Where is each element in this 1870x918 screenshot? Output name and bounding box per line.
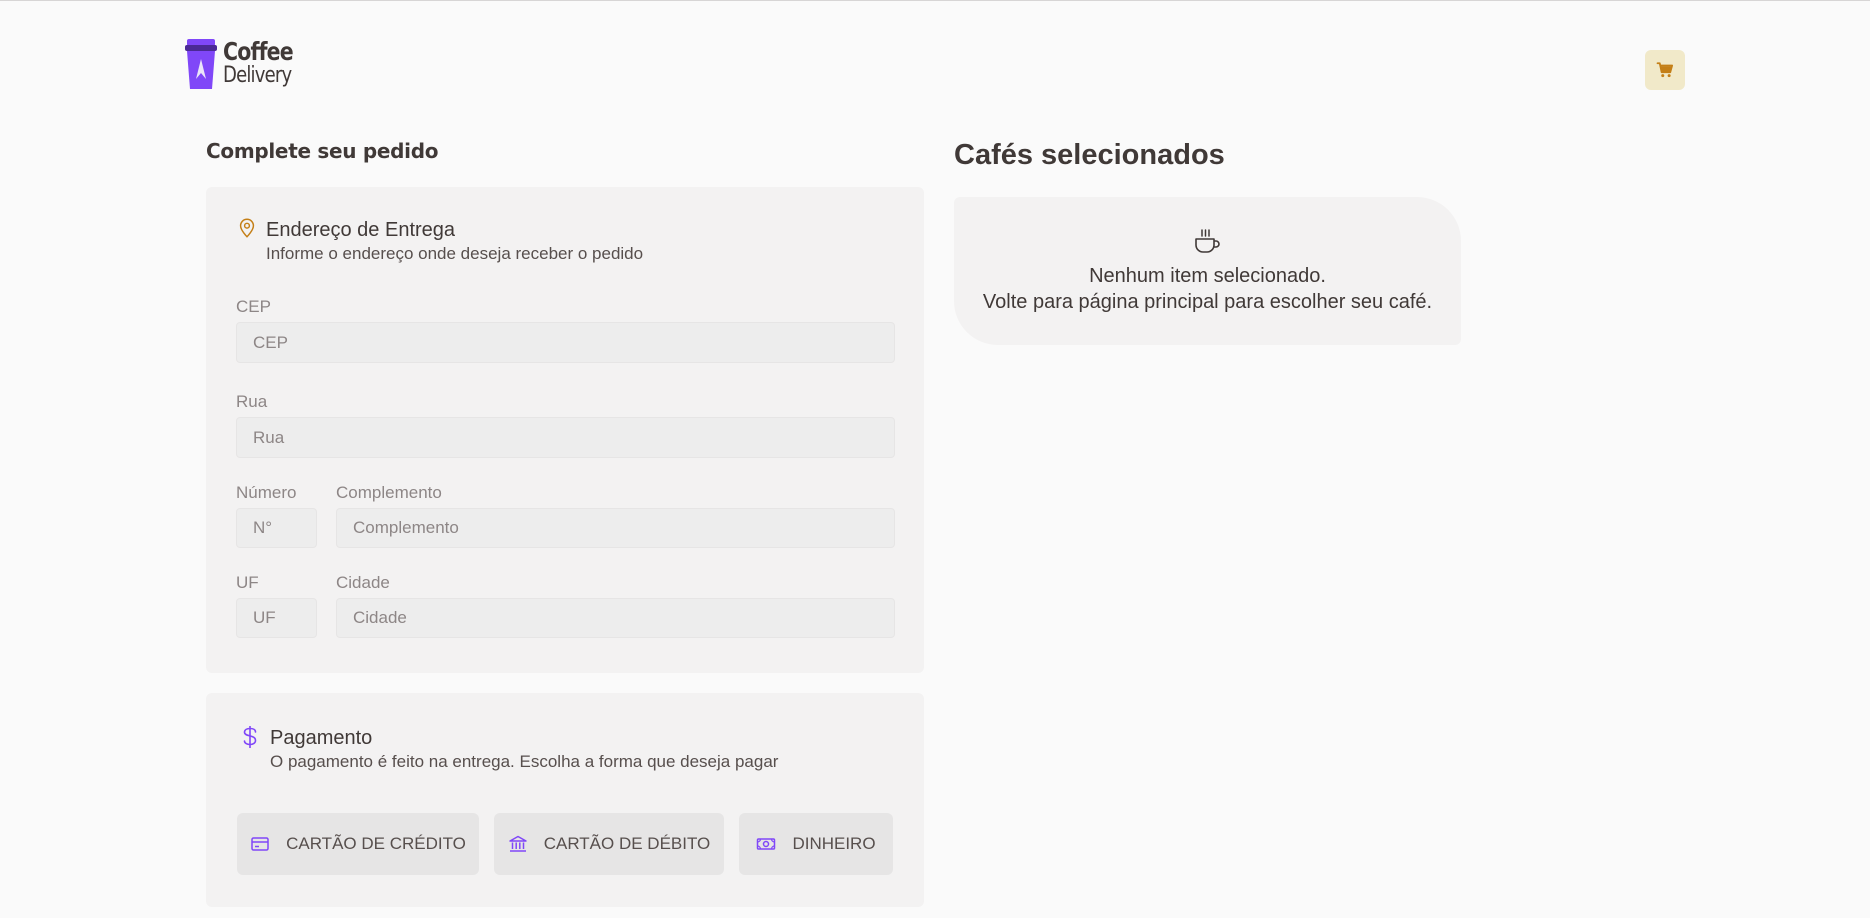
numero-input[interactable] <box>236 508 317 548</box>
empty-hint: Volte para página principal para escolhe… <box>982 291 1433 313</box>
pay-option-credit[interactable]: CARTÃO DE CRÉDITO <box>237 813 479 875</box>
address-title: Endereço de Entrega <box>266 219 456 241</box>
checkout-title: Complete seu pedido <box>206 139 439 163</box>
brand-line1: Coffee <box>223 37 294 66</box>
cart-button[interactable] <box>1645 50 1685 90</box>
coffee-cup-logo-icon <box>185 39 217 89</box>
cart-icon <box>1656 62 1674 78</box>
pay-option-debit-label: CARTÃO DE DÉBITO <box>543 834 711 853</box>
bank-icon <box>508 835 527 852</box>
pay-option-cash-label: DINHEIRO <box>792 834 876 853</box>
uf-label: UF <box>236 573 259 592</box>
credit-card-icon <box>251 837 269 851</box>
address-card: Endereço de Entrega Informe o endereço o… <box>206 187 924 673</box>
map-pin-icon <box>239 218 255 238</box>
address-header: Endereço de Entrega Informe o endereço o… <box>236 217 643 265</box>
brand-name: Coffee Delivery <box>223 39 308 89</box>
payment-header: Pagamento O pagamento é feito na entrega… <box>240 725 778 773</box>
rua-input[interactable] <box>236 417 895 458</box>
empty-cart-card: Nenhum item selecionado. Volte para pági… <box>954 197 1461 345</box>
brand-line2: Delivery <box>223 63 292 88</box>
payment-title: Pagamento <box>270 727 373 749</box>
payment-subtitle: O pagamento é feito na entrega. Escolha … <box>270 752 779 771</box>
selected-coffees-title: Cafés selecionados <box>954 139 1225 171</box>
dollar-icon <box>243 726 257 748</box>
brand-logo[interactable]: Coffee Delivery <box>185 39 308 91</box>
pay-option-cash[interactable]: DINHEIRO <box>739 813 893 875</box>
numero-label: Número <box>236 483 297 502</box>
uf-input[interactable] <box>236 598 317 638</box>
rua-label: Rua <box>236 392 268 411</box>
cep-input[interactable] <box>236 322 895 363</box>
money-icon <box>757 838 776 850</box>
payment-card: Pagamento O pagamento é feito na entrega… <box>206 693 924 907</box>
address-subtitle: Informe o endereço onde deseja receber o… <box>266 244 644 263</box>
pay-option-debit[interactable]: CARTÃO DE DÉBITO <box>494 813 724 875</box>
pay-option-credit-label: CARTÃO DE CRÉDITO <box>286 834 466 853</box>
cidade-label: Cidade <box>336 573 390 592</box>
cep-label: CEP <box>236 297 271 316</box>
coffee-cup-icon <box>1195 229 1220 253</box>
empty-message: Nenhum item selecionado. <box>1089 265 1326 287</box>
complemento-input[interactable] <box>336 508 895 548</box>
cidade-input[interactable] <box>336 598 895 638</box>
complemento-label: Complemento <box>336 483 442 502</box>
header: Coffee Delivery <box>0 1 1870 101</box>
